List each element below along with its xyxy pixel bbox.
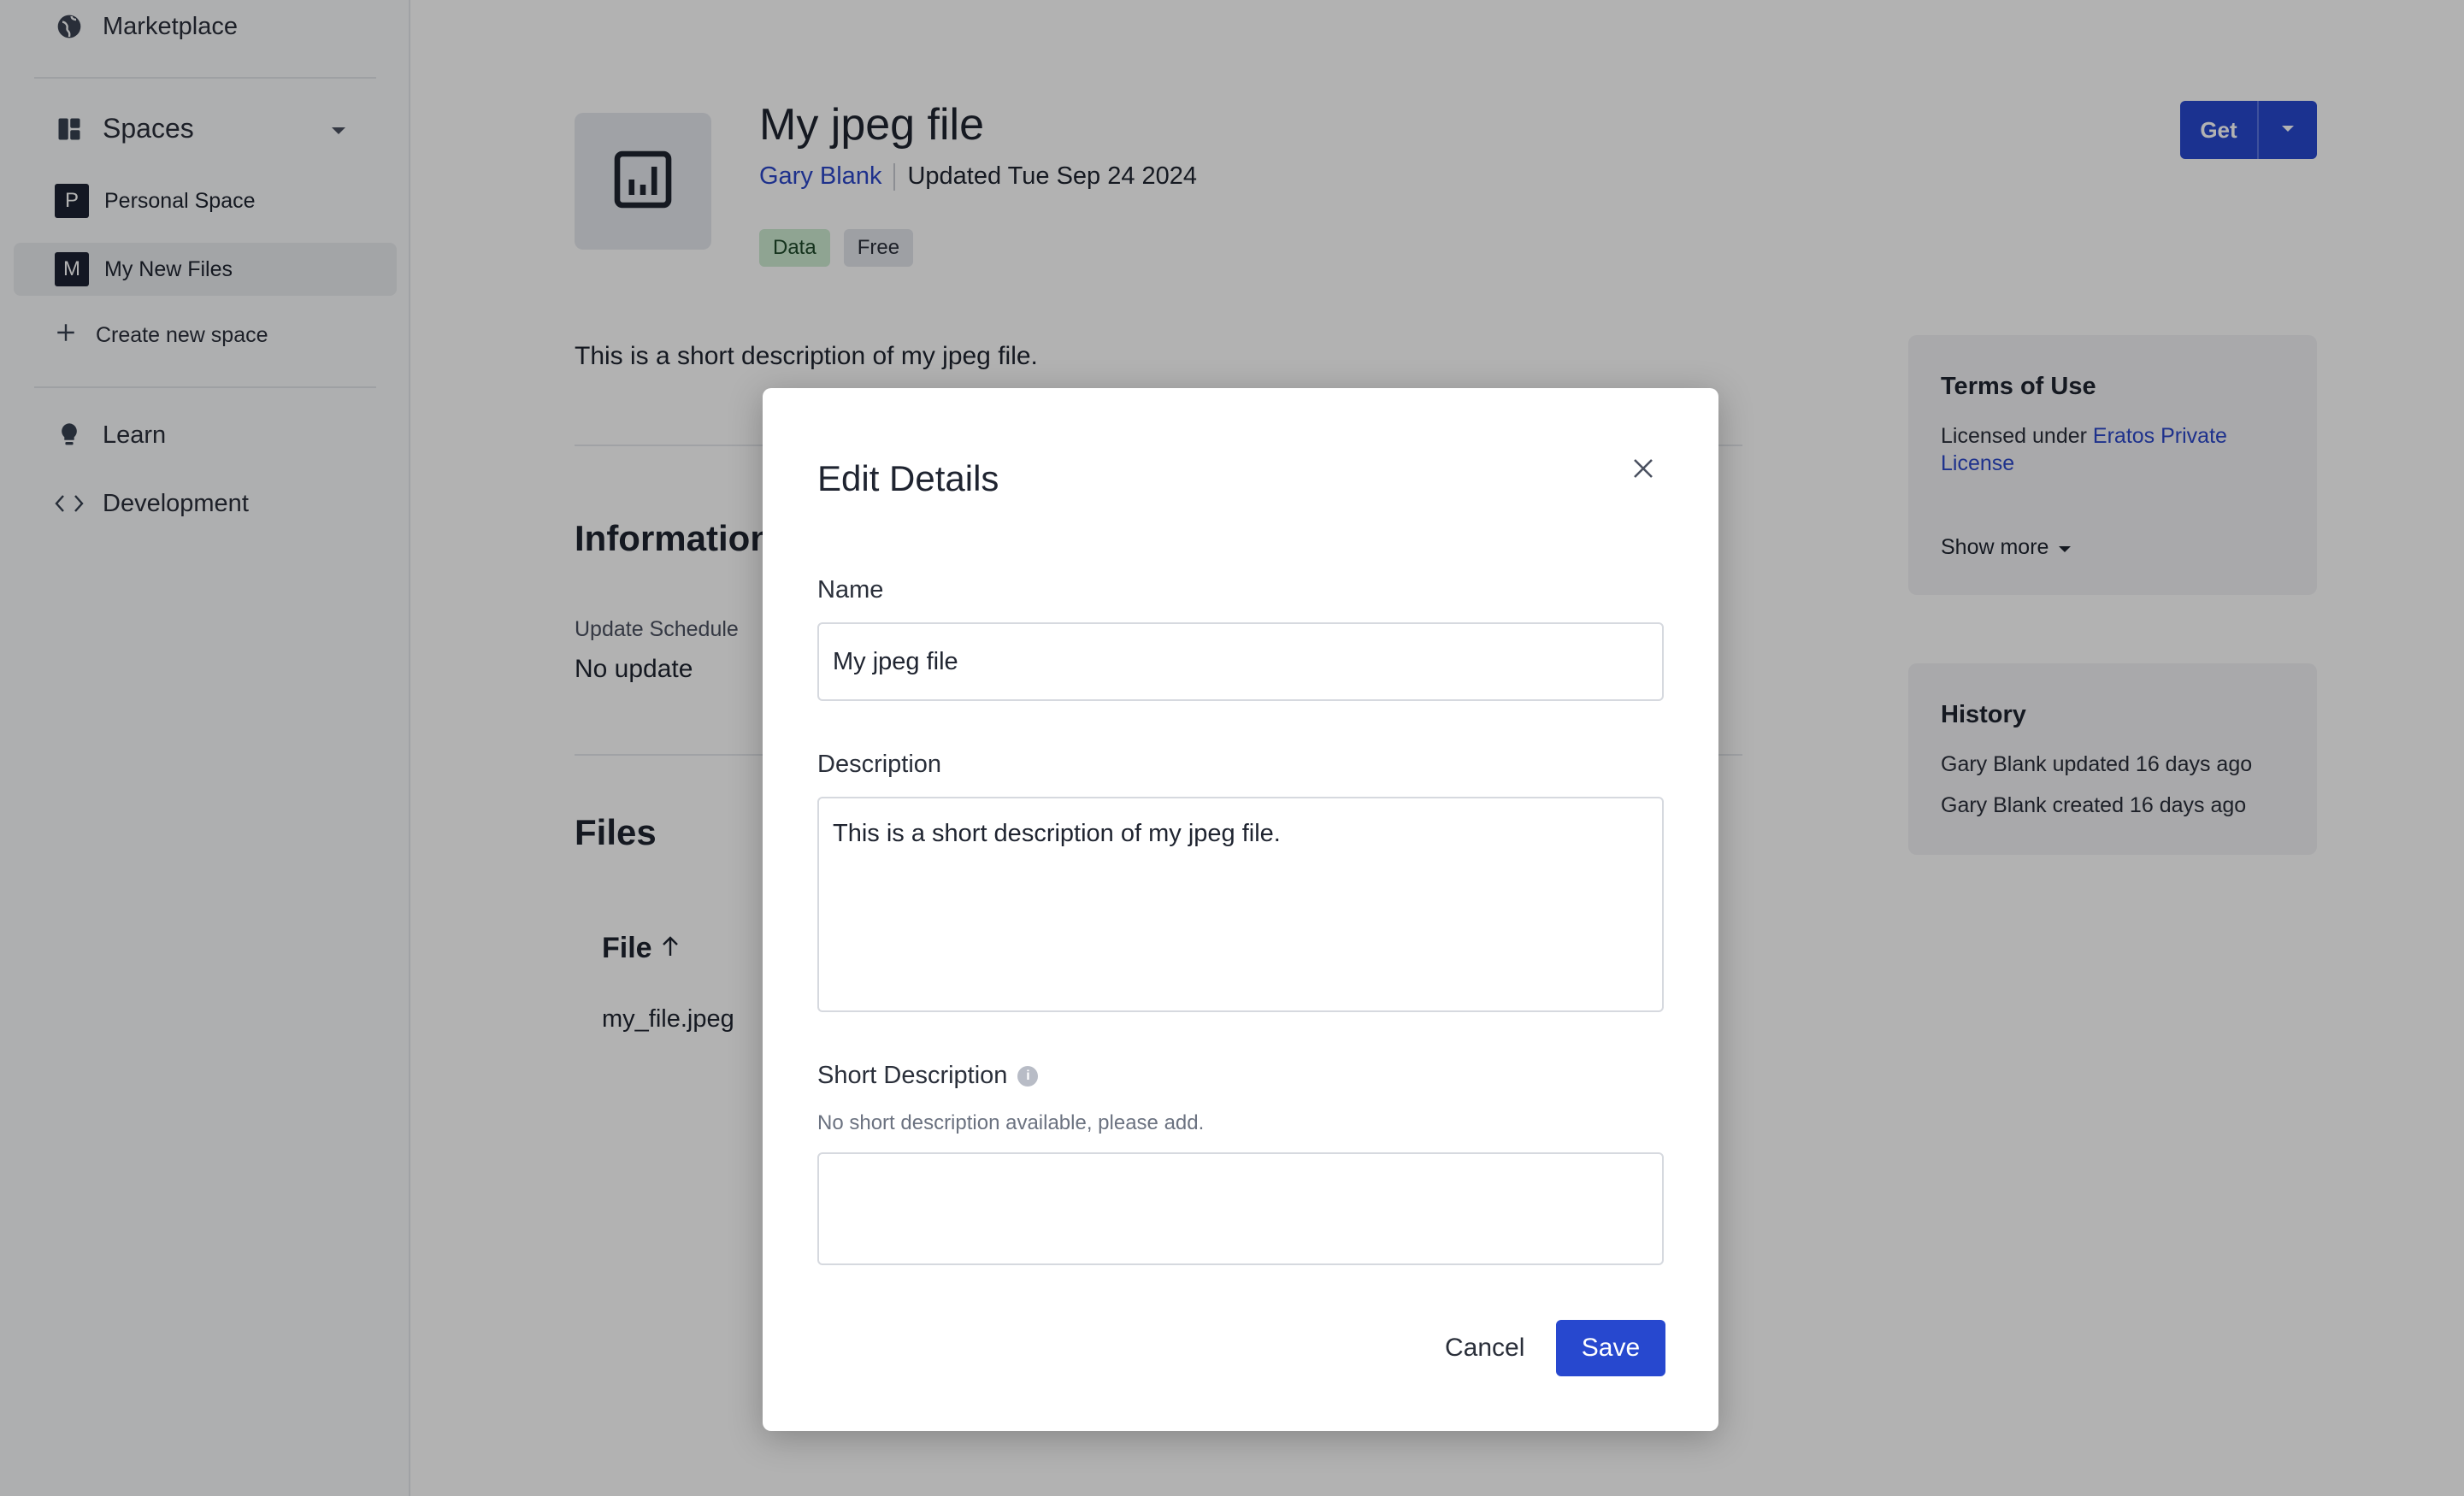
description-textarea[interactable]: This is a short description of my jpeg f… xyxy=(817,797,1664,1012)
short-description-label: Short Description i xyxy=(817,1062,1039,1090)
name-input[interactable] xyxy=(817,622,1664,701)
edit-details-dialog: Edit Details Name Description This is a … xyxy=(763,388,1718,1431)
cancel-button[interactable]: Cancel xyxy=(1428,1320,1541,1376)
short-description-label-text: Short Description xyxy=(817,1062,1008,1089)
save-button[interactable]: Save xyxy=(1556,1320,1665,1376)
description-label-text: Description xyxy=(817,751,942,778)
short-description-textarea[interactable] xyxy=(817,1152,1664,1265)
name-label-text: Name xyxy=(817,576,884,604)
app-root: Marketplace Spaces P Personal Space M My… xyxy=(0,0,2464,1496)
close-button[interactable] xyxy=(1621,448,1665,492)
close-icon xyxy=(1632,457,1654,484)
short-description-hint: No short description available, please a… xyxy=(817,1111,1205,1134)
info-icon[interactable]: i xyxy=(1017,1065,1039,1087)
description-label: Description xyxy=(817,751,941,779)
name-label: Name xyxy=(817,576,883,604)
dialog-title: Edit Details xyxy=(817,458,999,498)
